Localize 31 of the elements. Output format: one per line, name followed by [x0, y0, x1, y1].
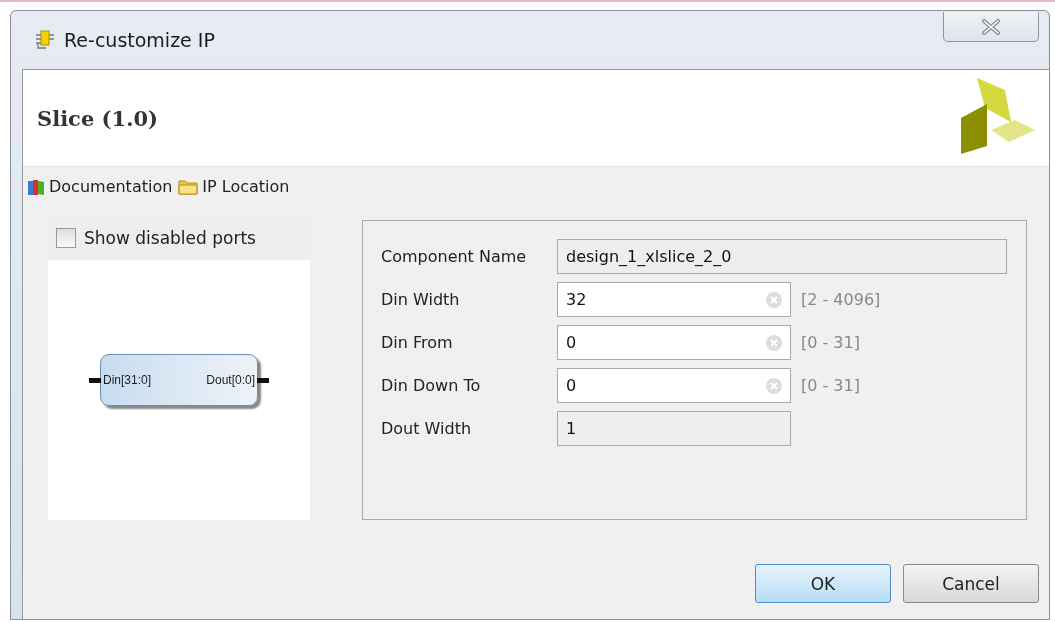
- range-hint: [2 - 4096]: [800, 290, 882, 309]
- dialog-heading: Slice (1.0): [37, 105, 159, 131]
- close-button[interactable]: [943, 12, 1039, 42]
- port-pin: [89, 378, 101, 383]
- chip-icon: [36, 30, 54, 50]
- toolbar-link[interactable]: Documentation: [27, 177, 173, 196]
- cancel-button[interactable]: Cancel: [903, 564, 1039, 603]
- clear-icon[interactable]: [766, 334, 782, 351]
- range-hint: [0 - 31]: [800, 376, 861, 395]
- field-label: Dout Width: [381, 419, 473, 438]
- port-pin: [257, 378, 269, 383]
- clear-icon[interactable]: [766, 377, 782, 394]
- toolbar-link[interactable]: IP Location: [178, 177, 290, 196]
- range-hint: [0 - 31]: [800, 333, 861, 352]
- read-only-field: 1: [557, 411, 791, 446]
- field-label: Din Down To: [381, 376, 482, 395]
- window-title: Re-customize IP: [64, 29, 215, 51]
- folder-icon: [178, 178, 199, 195]
- field-label: Component Name: [381, 247, 528, 266]
- input-field[interactable]: 0: [557, 325, 791, 360]
- input-field[interactable]: 0: [557, 368, 791, 403]
- port-label: Dout[0:0]: [206, 373, 255, 387]
- input-field[interactable]: 32: [557, 282, 791, 317]
- field-label: Din Width: [381, 290, 461, 309]
- clear-icon[interactable]: [766, 291, 782, 308]
- books-icon: [27, 177, 45, 196]
- port-label: Din[31:0]: [103, 373, 152, 387]
- read-only-field: design_1_xlslice_2_0: [557, 239, 1007, 274]
- field-label: Din From: [381, 333, 454, 352]
- ok-button[interactable]: OK: [755, 564, 891, 603]
- close-icon[interactable]: [981, 18, 1001, 35]
